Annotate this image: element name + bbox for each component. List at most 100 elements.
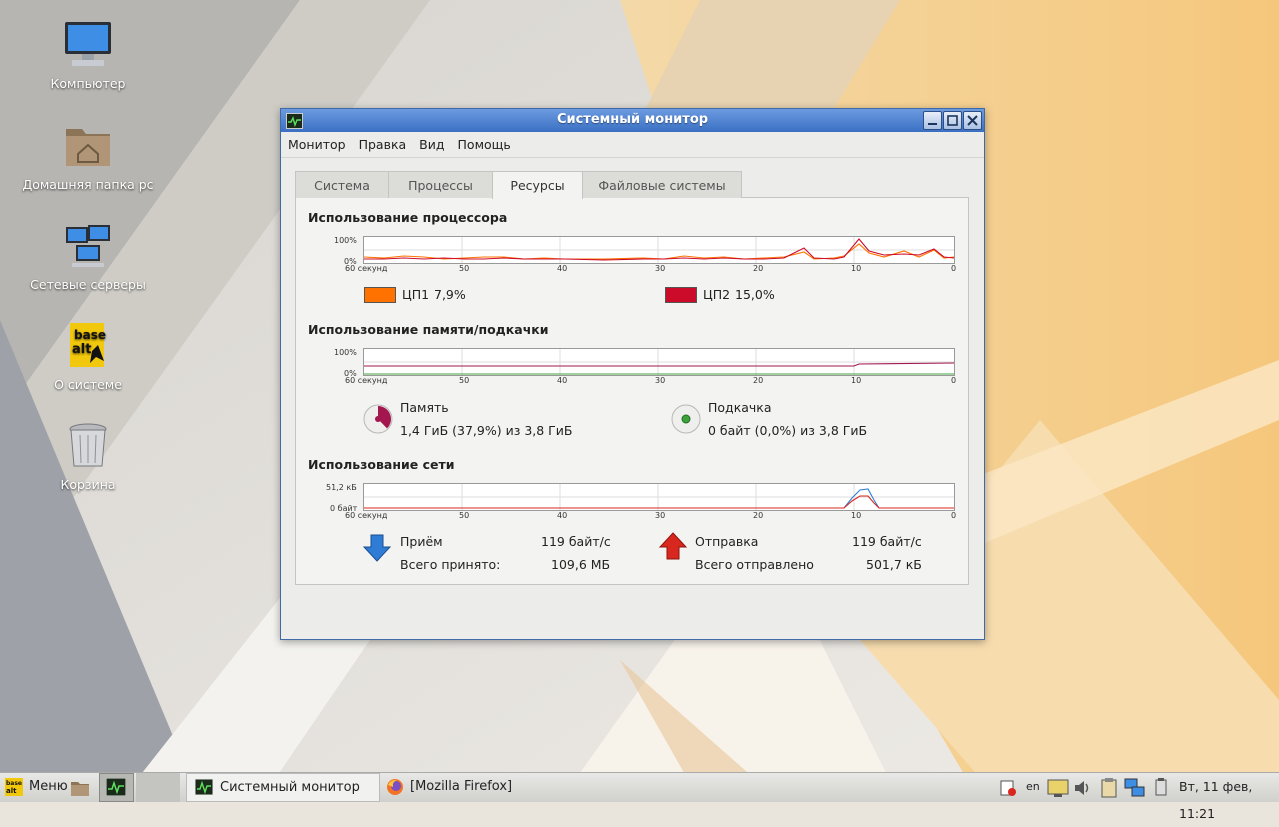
window-titlebar[interactable]: Системный монитор [281,109,984,132]
system-monitor-launcher-icon [106,778,126,796]
memory-x-tick: 0 [951,376,957,385]
task-system-monitor-label: Системный монитор [220,780,360,795]
menu-view[interactable]: Вид [412,132,450,152]
cpu-history-graph [363,236,955,264]
memory-x-tick: 30 [655,376,666,385]
send-arrow-icon[interactable] [658,531,688,561]
trash-icon [69,423,107,467]
cpu-x-first-label: 60 секунд [345,264,388,273]
memory-x-tick: 40 [557,376,568,385]
menu-monitor[interactable]: Монитор [281,132,352,152]
memory-gridlines [364,349,954,375]
send-total: 501,7 кБ [866,557,922,572]
network-x-tick: 40 [557,511,568,520]
memory-label: Память [400,400,449,415]
svg-text:base: base [74,328,106,342]
receive-total: 109,6 МБ [551,557,611,572]
svg-text:alt: alt [72,342,91,357]
firefox-icon [387,779,403,795]
basealt-menu-icon: base alt [5,778,23,796]
memory-x-tick: 10 [851,376,862,385]
display-tray-icon[interactable] [1047,778,1069,798]
desktop-icon-computer[interactable]: Компьютер [13,20,163,91]
keyboard-layout-indicator[interactable]: en [1026,773,1040,802]
tab-filesystems[interactable]: Файловые системы [582,171,742,198]
notebook: Использование процессора 100% 0% 60 секу… [295,171,969,585]
swap-value: 0 байт (0,0%) из 3,8 ГиБ [708,423,868,438]
network-x-tick: 30 [655,511,666,520]
maximize-button[interactable] [943,111,962,130]
tab-processes[interactable]: Процессы [388,171,493,198]
receive-total-label: Всего принято: [400,557,501,572]
window-title: Системный монитор [556,112,709,127]
desktop-icon-network-servers[interactable]: Сетевые серверы [13,221,163,292]
clock[interactable]: Вт, 11 фев, 11:21 [1179,773,1279,821]
memory-x-tick: 50 [459,376,470,385]
start-menu-button[interactable]: base alt Меню [4,773,68,802]
system-monitor-task-icon [195,779,213,795]
maximize-icon [947,115,958,126]
power-tray-icon[interactable] [1151,777,1171,799]
memory-x-first-label: 60 секунд [345,376,388,385]
receive-rate: 119 байт/с [541,534,611,549]
system-monitor-window[interactable]: Системный монитор Монитор Правка Вид Помощь… [280,108,985,640]
network-x-tick: 0 [951,511,957,520]
menu-edit[interactable]: Правка [352,132,413,152]
svg-text:base: base [6,780,22,787]
memory-x-tick: 20 [753,376,764,385]
file-manager-launcher-icon[interactable] [70,778,90,798]
start-menu-label: Меню [29,779,68,794]
memory-y-top-label: 100% [334,348,357,357]
cpu2-name: ЦП2 [703,287,731,302]
desktop-icon-home-folder[interactable]: Домашняя папка pc [13,121,163,192]
cpu1-value: 7,9% [434,287,466,302]
cpu-y-top-label: 100% [334,236,357,245]
network-history-graph [363,483,955,511]
system-monitor-launcher[interactable] [99,773,134,802]
cpu-x-tick: 50 [459,264,470,273]
computer-icon [65,22,111,66]
swap-label: Подкачка [708,400,772,415]
task-firefox[interactable]: [Mozilla Firefox] [382,773,572,802]
resources-tab-content: Использование процессора 100% 0% 60 секу… [295,197,969,585]
network-x-first-label: 60 секунд [345,511,388,520]
cpu2-value: 15,0% [735,287,775,302]
network-tray-icon[interactable] [1124,777,1146,799]
volume-icon[interactable] [1073,778,1093,798]
cpu-x-tick: 30 [655,264,666,273]
svg-text:alt: alt [6,787,17,795]
minimize-button[interactable] [923,111,942,130]
clipboard-tray-icon[interactable] [998,778,1018,798]
clipboard-manager-icon[interactable] [1099,777,1119,799]
cpu2-color-swatch[interactable] [665,287,697,303]
network-section-title: Использование сети [308,457,455,472]
memory-history-graph [363,348,955,376]
network-servers-icon [66,225,110,267]
send-label: Отправка [695,534,759,549]
menu-help[interactable]: Помощь [451,132,517,152]
basealt-logo-icon: base alt [70,323,106,367]
desktop-icon-trash[interactable]: Корзина [13,421,163,492]
cpu1-color-swatch[interactable] [364,287,396,303]
cpu1-name: ЦП1 [402,287,430,302]
cpu-section-title: Использование процессора [308,210,508,225]
tab-system[interactable]: Система [295,171,389,198]
swap-usage-pie[interactable] [670,403,702,435]
memory-section-title: Использование памяти/подкачки [308,322,549,337]
cpu-x-tick: 0 [951,264,957,273]
memory-usage-pie[interactable] [362,403,394,435]
send-rate: 119 байт/с [852,534,922,549]
network-x-tick: 10 [851,511,862,520]
network-x-tick: 50 [459,511,470,520]
memory-line [364,362,954,367]
task-system-monitor[interactable]: Системный монитор [186,773,380,802]
tab-bar: Система Процессы Ресурсы Файловые систем… [295,171,969,199]
close-button[interactable] [963,111,982,130]
receive-arrow-icon[interactable] [362,533,392,563]
close-icon [967,115,978,126]
tab-resources[interactable]: Ресурсы [492,171,583,199]
receive-line [364,488,954,509]
network-y-top-label: 51,2 кБ [326,483,357,492]
desktop-icon-about-system[interactable]: base alt О системе [13,321,163,392]
desktop-switcher[interactable] [136,773,180,802]
